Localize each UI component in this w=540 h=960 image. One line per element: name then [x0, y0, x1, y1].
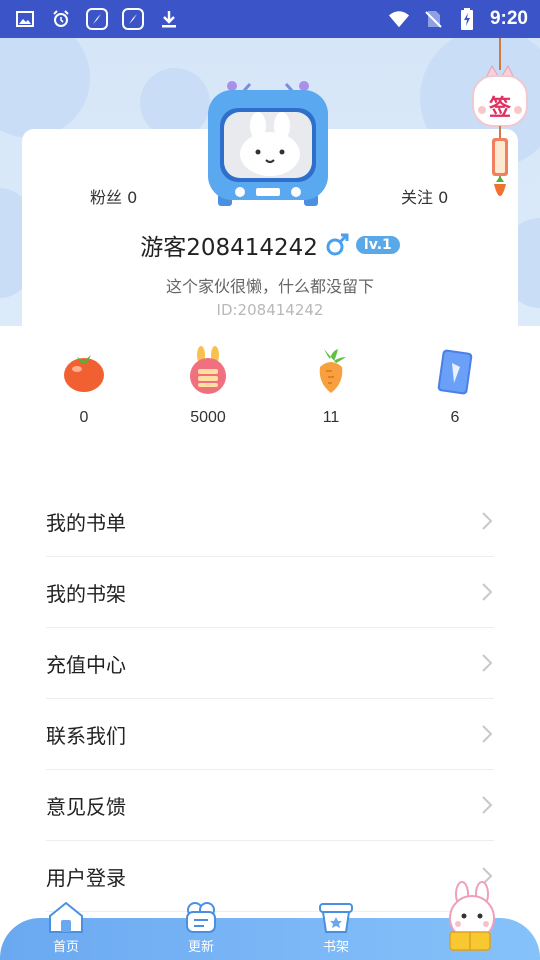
stat-value: 6 [450, 409, 460, 426]
menu-item-my-bookshelf[interactable]: 我的书架 [46, 557, 494, 628]
card-icon [430, 345, 480, 395]
coin-rabbit-icon [183, 345, 233, 395]
wifi-icon [388, 8, 410, 30]
fans-count[interactable]: 粉丝 0 [90, 184, 137, 208]
stat-coins[interactable]: 5000 [163, 345, 253, 427]
menu-item-recharge[interactable]: 充值中心 [46, 628, 494, 699]
chevron-right-icon [480, 511, 494, 531]
compass-icon [122, 8, 144, 30]
stat-tomato[interactable]: 0 [39, 345, 129, 427]
nav-tab-label: 首页 [52, 940, 79, 955]
stat-card[interactable]: 6 [410, 345, 500, 427]
clock: 9:20 [489, 8, 528, 29]
nav-tab-home[interactable]: 首页 [31, 900, 101, 955]
nav-tab-update[interactable]: 更新 [166, 900, 236, 955]
menu-item-label: 用户登录 [46, 865, 126, 890]
user-name-row: 游客208414242 lv.1 [0, 228, 540, 262]
chevron-right-icon [480, 724, 494, 744]
stat-value: 0 [79, 409, 89, 426]
menu-item-label: 我的书单 [46, 510, 126, 535]
profile-menu: 我的书单 我的书架 充值中心 联系我们 意见反馈 用户登录 [46, 486, 494, 912]
stat-value: 5000 [190, 409, 226, 426]
menu-item-feedback[interactable]: 意见反馈 [46, 770, 494, 841]
nav-tab-profile[interactable] [436, 880, 508, 954]
battery-charging-icon [456, 8, 478, 30]
tomato-icon [59, 345, 109, 395]
alarm-icon [50, 8, 72, 30]
home-icon [46, 900, 86, 934]
menu-item-contact-us[interactable]: 联系我们 [46, 699, 494, 770]
menu-item-label: 意见反馈 [46, 794, 126, 819]
menu-item-label: 我的书架 [46, 581, 126, 606]
download-icon [158, 8, 180, 30]
stat-value: 11 [322, 409, 340, 426]
mascot-icon [436, 881, 508, 958]
bottom-navigation: 首页 更新 书架 [0, 881, 540, 960]
follow-count[interactable]: 关注 0 [401, 184, 448, 208]
stat-carrot[interactable]: 11 [286, 345, 376, 427]
sign-in-label: 签 [488, 96, 511, 121]
carrot-icon [306, 345, 356, 395]
user-bio: 这个家伙很懒，什么都没留下 [165, 277, 374, 296]
chevron-right-icon [480, 582, 494, 602]
bookshelf-icon [316, 900, 356, 934]
status-bar: 9:20 [0, 0, 540, 38]
update-icon [181, 900, 221, 934]
no-sim-icon [422, 8, 444, 30]
menu-item-label: 联系我们 [46, 723, 126, 748]
chevron-right-icon [480, 795, 494, 815]
menu-item-label: 充值中心 [46, 652, 126, 677]
nav-tab-bookshelf[interactable]: 书架 [301, 900, 371, 955]
image-icon [14, 8, 36, 30]
avatar[interactable] [200, 80, 336, 212]
sign-in-button[interactable]: 签 [466, 38, 534, 210]
chevron-right-icon [480, 653, 494, 673]
nav-tab-label: 书架 [322, 940, 349, 955]
username: 游客208414242 [140, 235, 318, 261]
male-gender-icon [324, 232, 350, 258]
user-id: ID:208414242 [216, 301, 324, 319]
level-badge: lv.1 [355, 236, 400, 254]
compass-icon [86, 8, 108, 30]
menu-item-my-booklist[interactable]: 我的书单 [46, 486, 494, 557]
nav-tab-label: 更新 [187, 940, 214, 955]
